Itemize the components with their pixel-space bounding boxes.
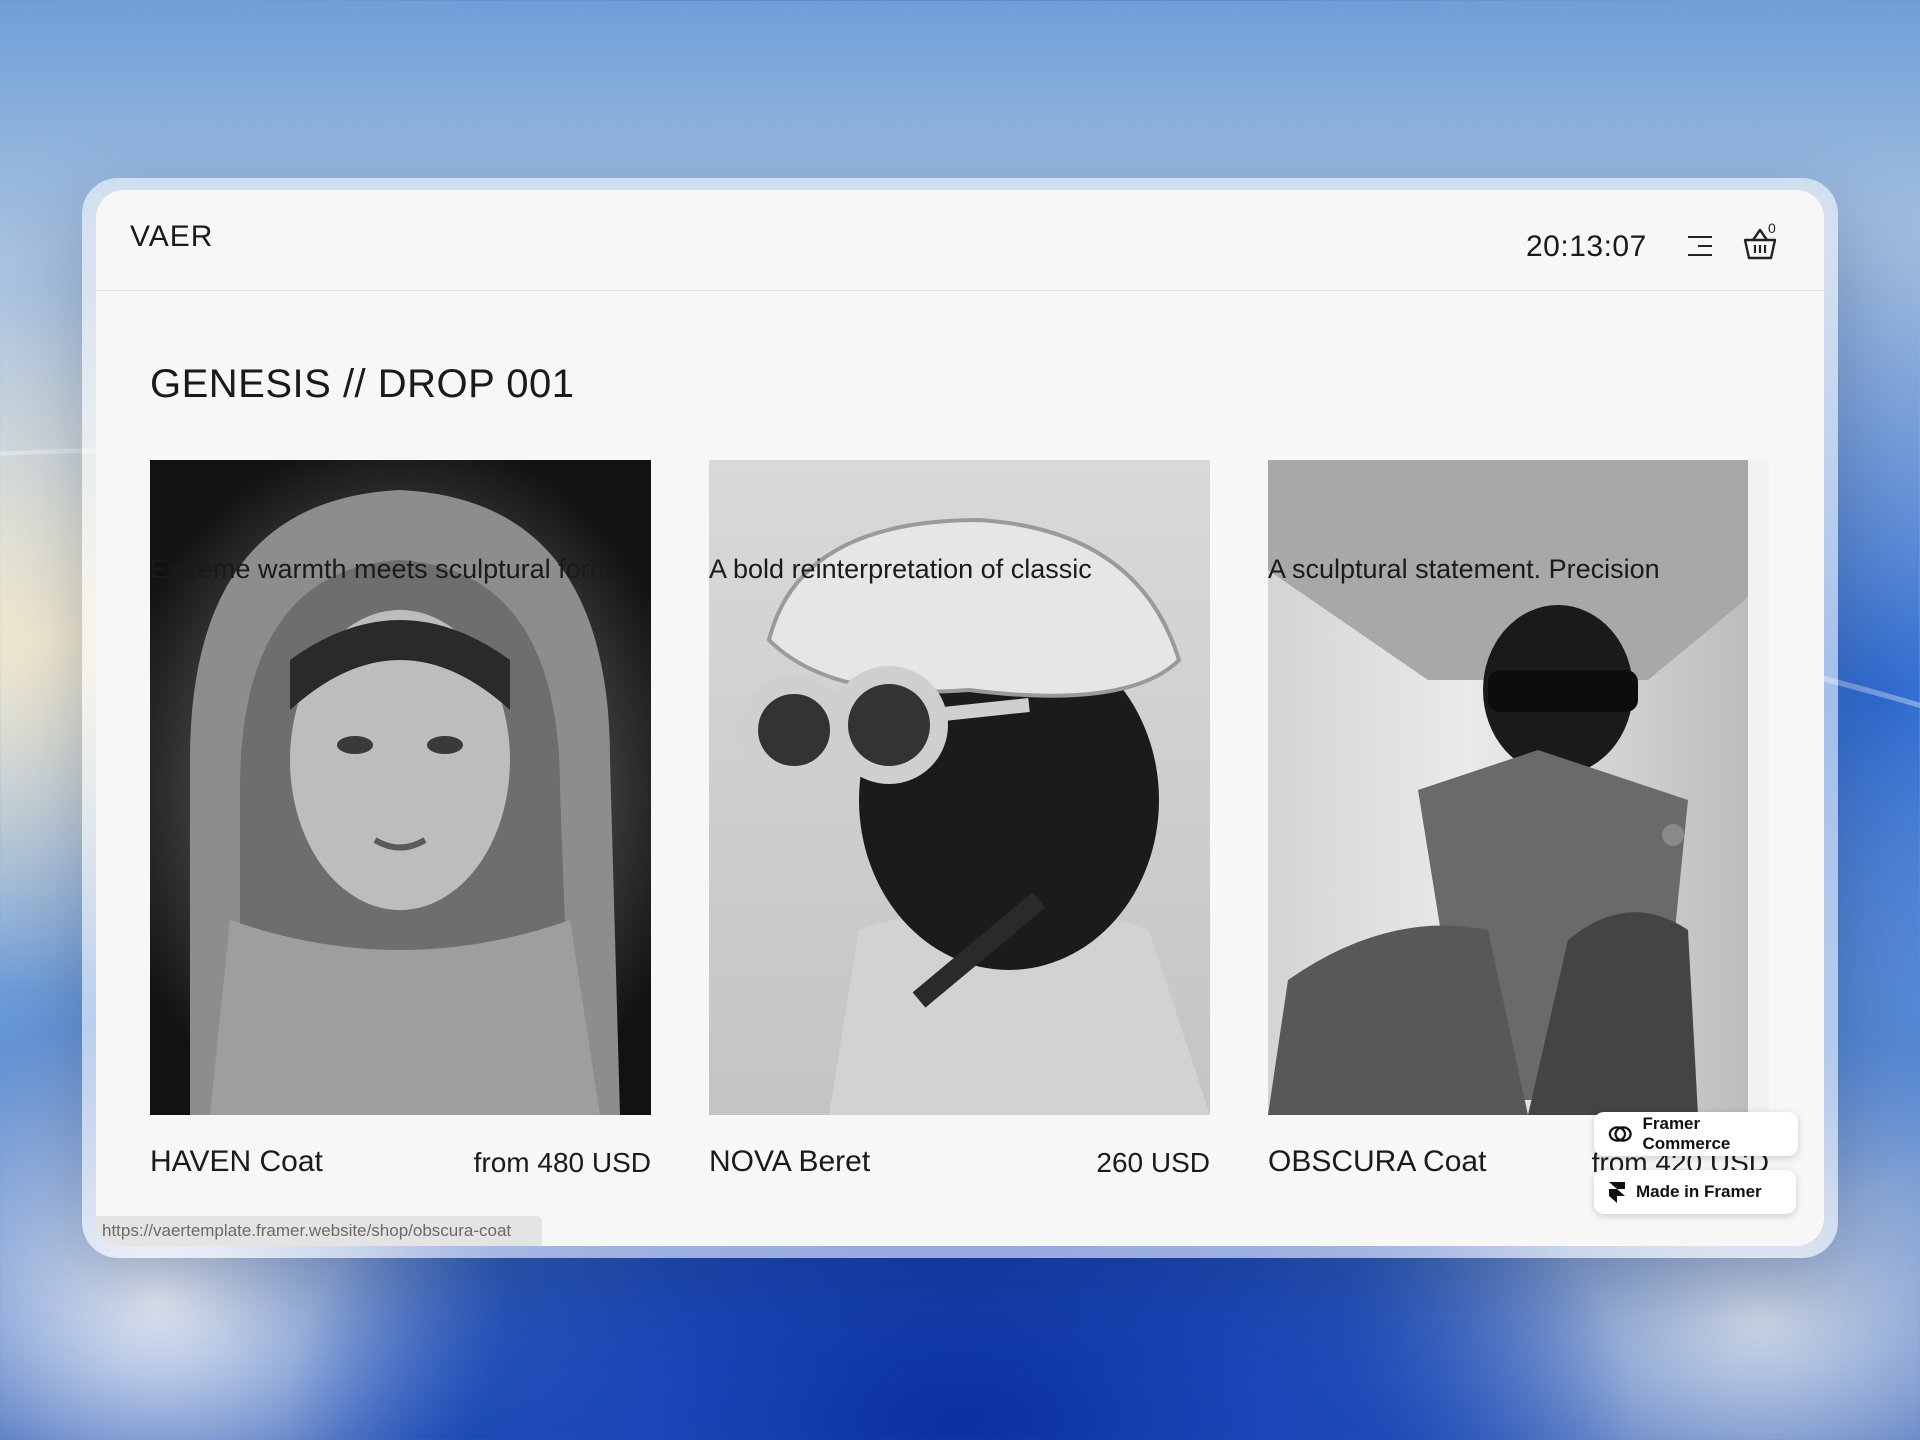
product-card[interactable]: NOVA Beret 260 USD A bold reinterpretati… [709,460,1210,1189]
site-logo[interactable]: VAER [130,220,213,254]
product-name[interactable]: HAVEN Coat [150,1145,323,1179]
made-in-framer-label: Made in Framer [1636,1182,1762,1201]
product-name[interactable]: OBSCURA Coat [1268,1145,1486,1179]
header-clock: 20:13:07 [1526,230,1647,263]
product-name[interactable]: NOVA Beret [709,1145,870,1179]
product-description: A sculptural statement. Precision [1268,554,1660,584]
status-bar-url: https://vaertemplate.framer.website/shop… [96,1216,542,1246]
product-price: 260 USD [1096,1147,1210,1178]
framer-commerce-icon [1608,1126,1632,1142]
framer-commerce-label: Framer Commerce [1642,1114,1731,1153]
web-page: VAER 20:13:07 0 GENESIS // DROP 001 HAVE… [96,190,1824,1246]
menu-icon[interactable] [1686,234,1712,260]
cart-count-badge: 0 [1768,220,1776,236]
product-card[interactable]: HAVEN Coat from 480 USD Extreme warmth m… [150,460,651,1189]
product-price: from 480 USD [473,1147,651,1178]
collection-title: GENESIS // DROP 001 [150,362,575,406]
product-description: Extreme warmth meets sculptural form. [150,554,620,584]
made-in-framer-badge[interactable]: Made in Framer [1594,1170,1796,1214]
framer-commerce-badge[interactable]: Framer Commerce [1594,1112,1798,1156]
site-header: VAER 20:13:07 0 [96,190,1824,291]
product-card[interactable]: OBSCURA Coat from 420 USD A sculptural s… [1268,460,1769,1189]
cart-button[interactable] [1740,224,1784,264]
framer-logo-icon [1609,1182,1625,1203]
product-description: A bold reinterpretation of classic [709,554,1092,584]
